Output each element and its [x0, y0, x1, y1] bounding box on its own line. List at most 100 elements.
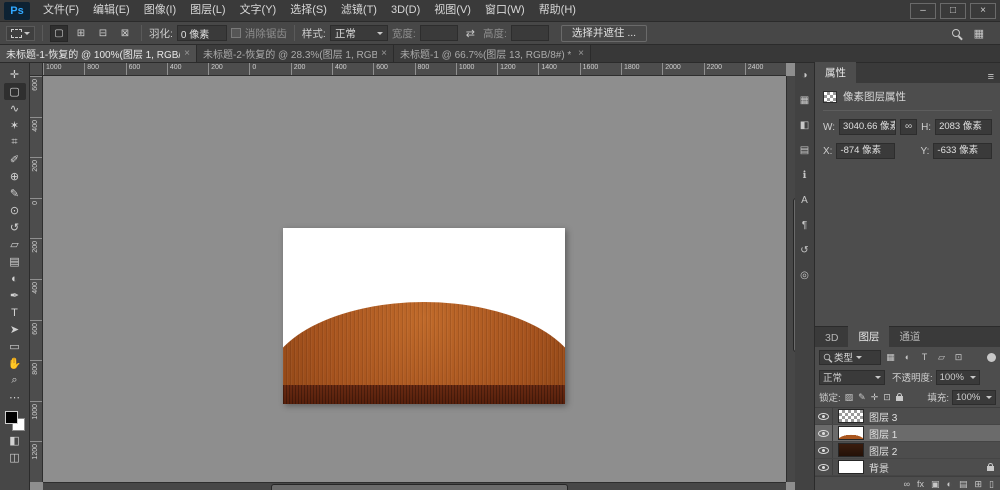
horizontal-ruler[interactable]: 1000 800 600 400 200 0 200 400 600 800 1… [43, 63, 786, 76]
layer-x-field[interactable]: -874 像素 [836, 143, 895, 159]
rectangle-tool[interactable]: ▭ [4, 338, 26, 355]
width-input[interactable] [420, 25, 458, 41]
path-selection-tool[interactable]: ➤ [4, 321, 26, 338]
workspace-icon[interactable]: ▦ [970, 27, 988, 40]
link-layers-icon[interactable]: ∞ [904, 479, 910, 489]
tab-3d[interactable]: 3D [815, 329, 848, 347]
swap-width-height-icon[interactable]: ⇄ [462, 27, 479, 40]
add-layer-mask-icon[interactable]: ▣ [931, 479, 940, 489]
add-to-selection-button[interactable]: ⊞ [72, 25, 90, 42]
filter-type-select[interactable]: 类型 [819, 350, 881, 365]
layer-row-1-selected[interactable]: 图层 1 [815, 425, 1000, 442]
quick-selection-tool[interactable]: ✶ [4, 117, 26, 134]
layer-y-field[interactable]: -633 像素 [933, 143, 992, 159]
tool-preset-dropdown[interactable] [6, 26, 35, 41]
new-selection-button[interactable]: ▢ [50, 25, 68, 42]
visibility-toggle[interactable] [815, 459, 833, 475]
paragraph-icon[interactable]: ¶ [802, 221, 807, 231]
hand-tool[interactable]: ✋ [4, 355, 26, 372]
antialias-checkbox[interactable] [231, 28, 241, 38]
close-tab-icon[interactable]: × [184, 48, 190, 59]
document-tab-3[interactable]: 未标题-1 @ 66.7%(图层 13, RGB/8#) * × [394, 45, 591, 62]
healing-brush-tool[interactable]: ⊕ [4, 168, 26, 185]
menu-item-layer[interactable]: 图层(L) [183, 0, 232, 21]
layer-thumbnail[interactable] [838, 409, 864, 423]
horizontal-scrollbar[interactable] [43, 482, 786, 490]
scrollbar-thumb[interactable] [271, 484, 568, 490]
layer-thumbnail[interactable] [838, 460, 864, 474]
document-tab-1[interactable]: 未标题-1-恢复的 @ 100%(图层 1, RGB/8#) * × [0, 45, 197, 62]
close-button[interactable]: × [970, 3, 996, 19]
brush-tool[interactable]: ✎ [4, 185, 26, 202]
lock-position-icon[interactable]: ✛ [870, 392, 880, 403]
layer-name[interactable]: 图层 3 [869, 409, 897, 424]
menu-item-type[interactable]: 文字(Y) [233, 0, 284, 21]
pen-tool[interactable]: ✒ [4, 287, 26, 304]
vertical-scrollbar[interactable] [786, 76, 795, 482]
tab-layers[interactable]: 图层 [848, 326, 889, 347]
filter-smart-objects-icon[interactable]: ⊡ [951, 350, 966, 365]
dodge-tool[interactable]: ◐ [4, 270, 26, 287]
clone-source-icon[interactable]: ◎ [800, 271, 809, 281]
menu-item-filter[interactable]: 滤镜(T) [334, 0, 384, 21]
adjustment-layer-icon[interactable]: ◐ [947, 479, 952, 489]
close-tab-icon[interactable]: × [578, 48, 584, 59]
character-icon[interactable]: A [801, 196, 808, 206]
opacity-select[interactable]: 100% [936, 370, 980, 385]
eyedropper-tool[interactable]: ✐ [4, 151, 26, 168]
select-and-mask-button[interactable]: 选择并遮住 ... [561, 25, 647, 42]
filter-shape-layers-icon[interactable]: ▱ [934, 350, 949, 365]
menu-item-window[interactable]: 窗口(W) [478, 0, 532, 21]
height-input[interactable] [511, 25, 549, 41]
document-tab-2[interactable]: 未标题-2-恢复的 @ 28.3%(图层 1, RGB/8#) * × [197, 45, 394, 62]
history-brush-tool[interactable]: ↺ [4, 219, 26, 236]
filter-adjustment-layers-icon[interactable]: ◐ [900, 350, 915, 365]
eraser-tool[interactable]: ▱ [4, 236, 26, 253]
menu-item-3d[interactable]: 3D(D) [384, 0, 427, 21]
visibility-toggle[interactable] [815, 442, 833, 458]
menu-item-image[interactable]: 图像(I) [137, 0, 183, 21]
lock-transparency-icon[interactable]: ▨ [844, 392, 855, 403]
search-icon[interactable] [952, 29, 960, 37]
menu-item-view[interactable]: 视图(V) [427, 0, 478, 21]
move-tool[interactable]: ✛ [4, 66, 26, 83]
layer-thumbnail[interactable] [838, 443, 864, 457]
layer-name[interactable]: 图层 2 [869, 443, 897, 458]
menu-item-select[interactable]: 选择(S) [283, 0, 334, 21]
layer-thumbnail[interactable] [838, 426, 864, 440]
menu-item-file[interactable]: 文件(F) [36, 0, 86, 21]
layer-row-background[interactable]: 背景 [815, 459, 1000, 476]
layer-height-field[interactable]: 2083 像素 [935, 119, 992, 135]
layer-width-field[interactable]: 3040.66 像素 [839, 119, 896, 135]
gradient-tool[interactable]: ▤ [4, 253, 26, 270]
lock-artboard-icon[interactable]: ⊡ [882, 392, 892, 403]
layer-row-2[interactable]: 图层 2 [815, 442, 1000, 459]
document-canvas[interactable] [283, 228, 565, 404]
link-dimensions-icon[interactable]: ∞ [900, 119, 917, 135]
new-group-icon[interactable]: ▤ [959, 479, 968, 489]
maximize-button[interactable]: □ [940, 3, 966, 19]
type-tool[interactable]: T [4, 304, 26, 321]
color-icon[interactable]: ◧ [800, 121, 809, 131]
filter-toggle-switch[interactable] [987, 353, 996, 362]
visibility-toggle[interactable] [815, 408, 833, 424]
close-tab-icon[interactable]: × [381, 48, 387, 59]
adjustments-icon[interactable]: ◑ [801, 71, 807, 81]
vertical-ruler[interactable]: 600 400 200 0 200 400 600 800 1000 1200 [30, 76, 43, 482]
screen-mode-button[interactable]: ◫ [4, 449, 26, 466]
tab-properties[interactable]: 属性 [815, 62, 856, 83]
info-icon[interactable]: ℹ [803, 171, 807, 181]
intersect-selection-button[interactable]: ⊠ [116, 25, 134, 42]
libraries-icon[interactable]: ▤ [800, 146, 809, 156]
quick-mask-button[interactable]: ◧ [4, 432, 26, 449]
history-icon[interactable]: ↺ [800, 246, 808, 256]
layer-row-3[interactable]: 图层 3 [815, 408, 1000, 425]
crop-tool[interactable]: ⌗ [4, 134, 26, 151]
clone-stamp-tool[interactable]: ⊙ [4, 202, 26, 219]
layer-effects-icon[interactable]: fx [917, 479, 924, 489]
tab-channels[interactable]: 通道 [889, 326, 930, 347]
zoom-tool[interactable]: ⌕ [4, 372, 26, 389]
lock-image-icon[interactable]: ✎ [857, 392, 867, 403]
layer-name[interactable]: 图层 1 [869, 426, 897, 441]
subtract-from-selection-button[interactable]: ⊟ [94, 25, 112, 42]
